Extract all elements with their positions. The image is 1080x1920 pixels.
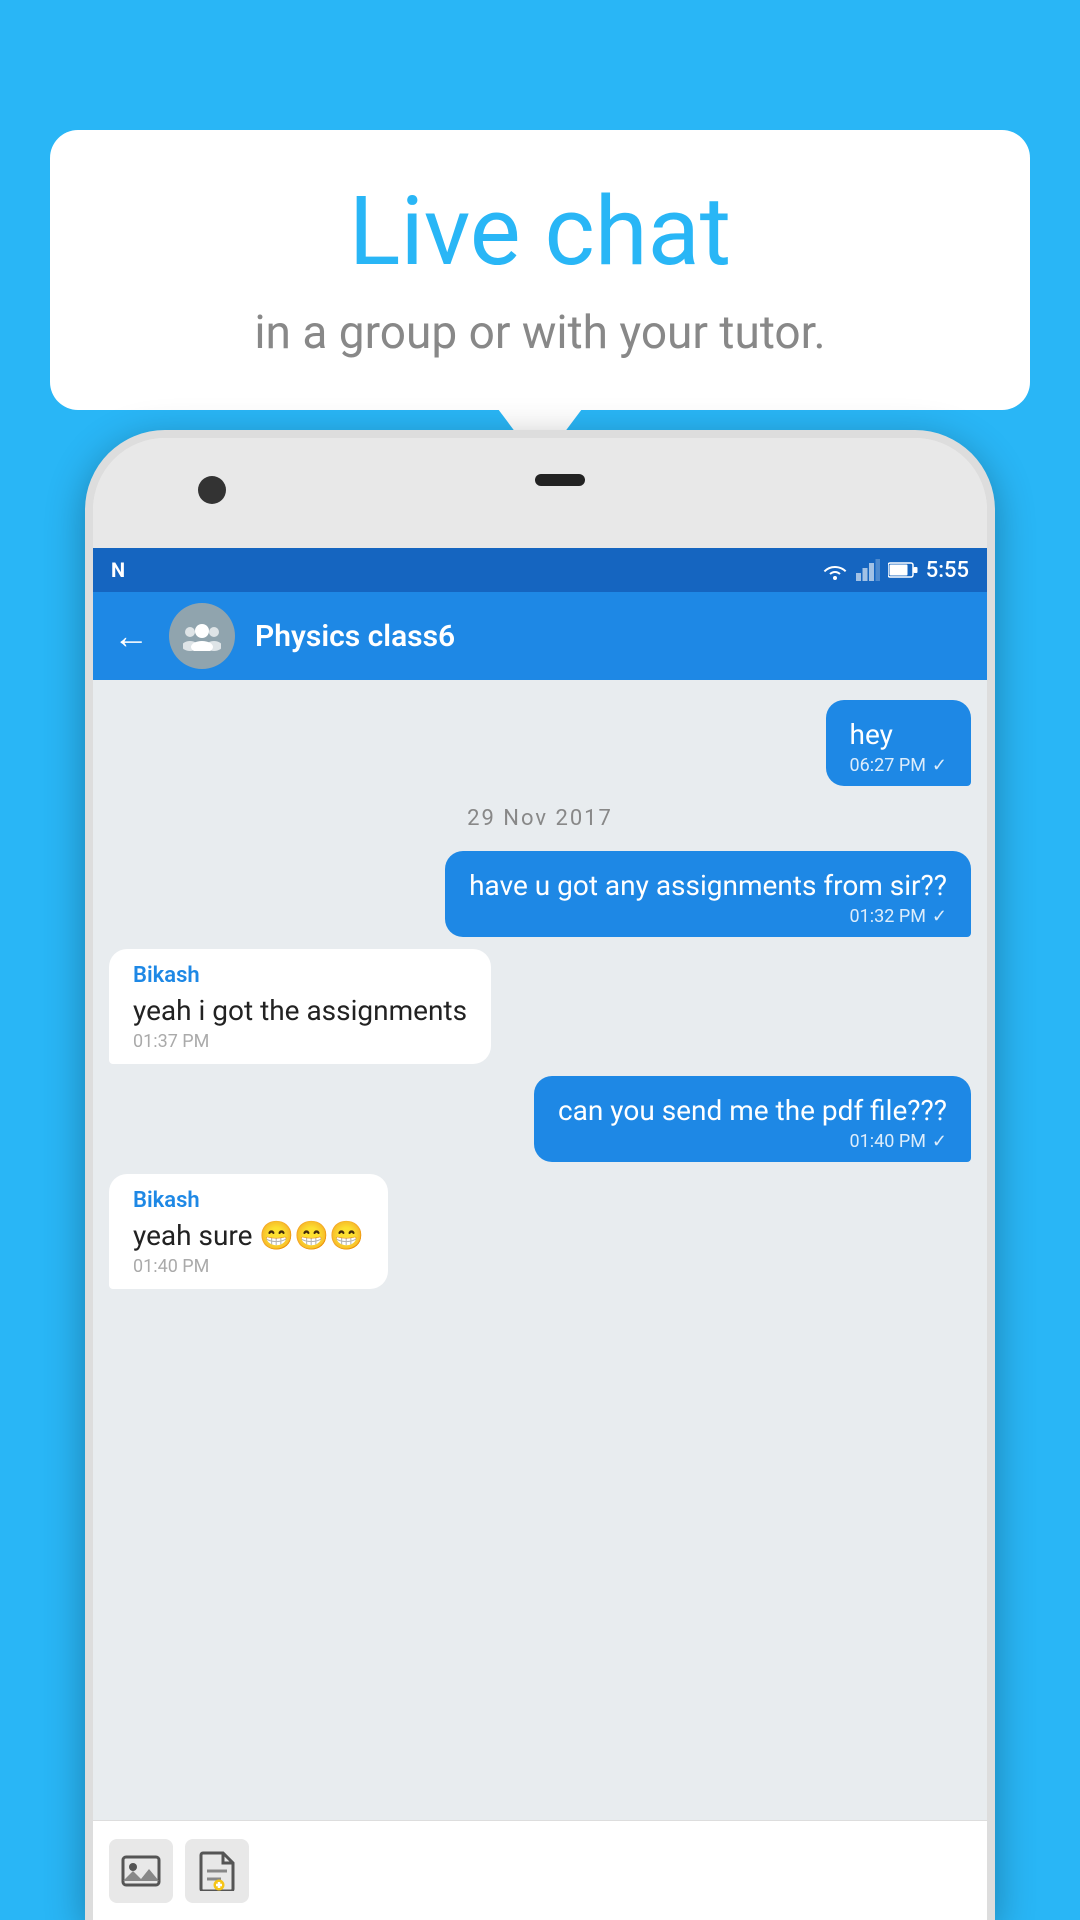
attach-file-button[interactable] (185, 1839, 249, 1903)
message-sent-3: can you send me the pdf file??? 01:40 PM… (534, 1076, 971, 1162)
image-icon (121, 1853, 161, 1889)
sender-name: Bikash (133, 1188, 364, 1213)
chat-area: hey 06:27 PM ✓ 29 Nov 2017 have u got an… (93, 680, 987, 1820)
speech-bubble: Live chat in a group or with your tutor. (50, 130, 1030, 410)
status-left: N (111, 558, 125, 582)
group-avatar (169, 603, 235, 669)
network-indicator-icon: N (111, 558, 125, 582)
read-check-icon: ✓ (932, 755, 947, 776)
live-chat-title: Live chat (110, 180, 970, 286)
message-text: yeah i got the assignments (133, 994, 467, 1027)
back-button[interactable]: ← (113, 615, 149, 657)
message-text: have u got any assignments from sir?? (469, 869, 947, 902)
phone-top-hardware (93, 438, 987, 548)
front-camera (198, 476, 226, 504)
phone-screen: N (93, 548, 987, 1920)
message-sent-2: have u got any assignments from sir?? 01… (445, 851, 971, 937)
background: Live chat in a group or with your tutor.… (0, 0, 1080, 1920)
message-meta: 01:40 PM ✓ (558, 1131, 947, 1152)
message-received-1: Bikash yeah i got the assignments 01:37 … (109, 949, 491, 1064)
message-meta: 06:27 PM ✓ (850, 755, 947, 776)
message-time: 01:40 PM (850, 1131, 926, 1152)
message-text: yeah sure 😁😁😁 (133, 1219, 364, 1252)
bottom-bar (93, 1820, 987, 1920)
group-icon (183, 621, 221, 651)
live-chat-subtitle: in a group or with your tutor. (110, 306, 970, 360)
attach-image-button[interactable] (109, 1839, 173, 1903)
read-check-icon: ✓ (932, 906, 947, 927)
chat-title: Physics class6 (255, 619, 967, 654)
message-meta: 01:32 PM ✓ (469, 906, 947, 927)
message-text: can you send me the pdf file??? (558, 1094, 947, 1127)
read-check-icon: ✓ (932, 1131, 947, 1152)
sender-name: Bikash (133, 963, 467, 988)
signal-icon (856, 559, 880, 581)
message-time: 06:27 PM (850, 755, 926, 776)
message-time: 01:40 PM (133, 1256, 364, 1277)
ear-speaker (535, 474, 585, 486)
wifi-icon (822, 559, 848, 581)
battery-icon (888, 561, 918, 579)
message-time: 01:37 PM (133, 1031, 467, 1052)
message-received-2: Bikash yeah sure 😁😁😁 01:40 PM (109, 1174, 388, 1289)
file-icon (199, 1851, 235, 1891)
message-time: 01:32 PM (850, 906, 926, 927)
message-text: hey (850, 718, 947, 751)
status-time: 5:55 (926, 558, 969, 583)
app-bar: ← Physics class6 (93, 592, 987, 680)
date-divider: 29 Nov 2017 (109, 806, 971, 831)
phone-frame: N (85, 430, 995, 1920)
status-right: 5:55 (822, 558, 969, 583)
status-bar: N (93, 548, 987, 592)
message-sent-1: hey 06:27 PM ✓ (826, 700, 971, 786)
